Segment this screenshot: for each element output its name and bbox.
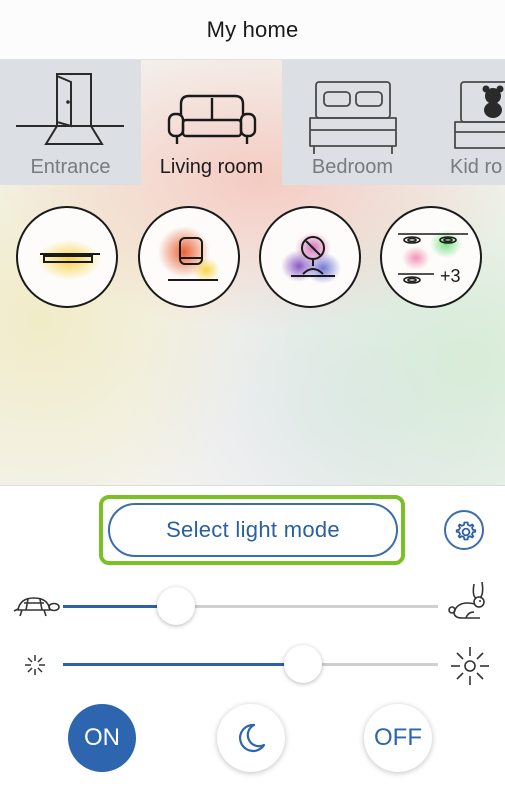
ceiling-bar-light-icon xyxy=(37,240,101,280)
page-title: My home xyxy=(206,16,299,42)
off-button[interactable]: OFF xyxy=(364,704,432,772)
night-mode-button[interactable] xyxy=(217,704,285,772)
header-bar: My home xyxy=(0,0,505,60)
moon-icon xyxy=(239,723,266,752)
room-label: Entrance xyxy=(30,156,111,178)
tab-entrance[interactable]: Entrance xyxy=(0,60,141,185)
lamp-extra-count: +3 xyxy=(440,266,461,286)
bright-sun-icon xyxy=(451,647,489,685)
speed-slider-handle[interactable] xyxy=(156,587,195,625)
gear-icon xyxy=(455,521,477,541)
brightness-slider-track[interactable] xyxy=(63,663,438,666)
room-tabs: Entrance Living room Bedroom Kid ro xyxy=(0,60,505,185)
dim-sun-icon xyxy=(25,655,45,675)
lamp-spotlight-group[interactable]: +3 xyxy=(380,206,482,308)
lamp-table[interactable] xyxy=(138,206,240,308)
room-label: Bedroom xyxy=(311,156,394,178)
spotlight-group-icon xyxy=(398,230,468,284)
brightness-slider-fill xyxy=(63,663,303,666)
table-lamp-icon xyxy=(158,226,220,282)
tab-kid-room[interactable]: Kid ro xyxy=(423,60,505,185)
room-label: Living room xyxy=(159,156,264,178)
desk-lamp-icon xyxy=(281,232,341,284)
lamp-ceiling-bar[interactable] xyxy=(16,206,118,308)
select-light-mode-button[interactable]: Select light mode xyxy=(108,503,398,557)
speed-slider-track[interactable] xyxy=(63,605,438,608)
tab-living-room[interactable]: Living room xyxy=(141,60,282,185)
lamp-desk[interactable] xyxy=(259,206,361,308)
turtle-icon xyxy=(13,597,60,617)
tab-bedroom[interactable]: Bedroom xyxy=(282,60,423,185)
rabbit-icon xyxy=(448,581,485,619)
room-label: Kid ro xyxy=(450,156,503,178)
on-button[interactable]: ON xyxy=(68,704,136,772)
settings-button[interactable] xyxy=(444,510,484,550)
brightness-slider-handle[interactable] xyxy=(284,645,322,683)
